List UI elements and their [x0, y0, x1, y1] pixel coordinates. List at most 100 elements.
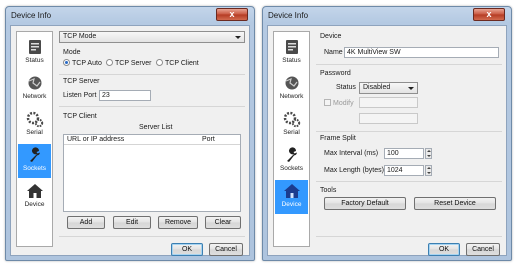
nav-item-serial[interactable]: Serial: [275, 108, 308, 142]
title-bar[interactable]: Device Info x: [263, 7, 511, 25]
max-interval-input[interactable]: 100: [384, 148, 424, 159]
frame-split-group-label: Frame Split: [320, 135, 356, 142]
network-icon: [285, 76, 298, 90]
serial-gears-icon: [283, 111, 300, 128]
col-url-header[interactable]: URL or IP address: [67, 135, 124, 145]
window-title: Device Info: [268, 11, 309, 20]
tools-group-label: Tools: [320, 187, 337, 194]
name-label: Name: [324, 49, 343, 56]
ok-button[interactable]: OK: [171, 243, 203, 256]
radio-tcp-client[interactable]: TCP Client: [156, 59, 199, 68]
mode-label: Mode: [63, 49, 81, 56]
nav-label-sockets: Sockets: [279, 165, 304, 172]
nav-item-serial[interactable]: Serial: [18, 108, 51, 142]
radio-tcp-server[interactable]: TCP Server: [106, 59, 151, 68]
nav-label-serial: Serial: [283, 129, 300, 136]
server-list-header: URL or IP address Port: [64, 135, 240, 145]
divider: [316, 236, 502, 237]
device-info-window-device: Device Info x Status Network Serial Sock…: [262, 6, 512, 261]
max-length-spinner[interactable]: [425, 165, 432, 176]
sockets-wrench-icon: [29, 147, 40, 162]
sidebar-nav: Status Network Serial Sockets Device: [16, 31, 53, 247]
reset-device-button[interactable]: Reset Device: [414, 197, 496, 210]
nav-label-network: Network: [279, 93, 304, 100]
divider: [59, 106, 245, 107]
nav-label-device: Device: [281, 201, 302, 208]
nav-item-sockets[interactable]: Sockets: [275, 144, 308, 178]
radio-checked-icon: [63, 59, 70, 66]
max-interval-value: 100: [387, 150, 399, 157]
nav-item-status[interactable]: Status: [18, 36, 51, 70]
nav-label-network: Network: [22, 93, 47, 100]
sidebar-nav: Status Network Serial Sockets Device: [273, 31, 310, 247]
ok-button[interactable]: OK: [428, 243, 460, 256]
close-button[interactable]: x: [473, 8, 505, 21]
status-icon: [28, 40, 41, 54]
nav-item-network[interactable]: Network: [275, 72, 308, 106]
password-field[interactable]: [359, 97, 418, 108]
clear-button[interactable]: Clear: [205, 216, 241, 229]
status-icon: [285, 40, 298, 54]
nav-label-serial: Serial: [26, 129, 43, 136]
close-button[interactable]: x: [216, 8, 248, 21]
nav-label-sockets: Sockets: [22, 165, 47, 172]
server-list[interactable]: URL or IP address Port: [63, 134, 241, 212]
serial-gears-icon: [26, 111, 43, 128]
tcp-client-label: TCP Client: [63, 113, 97, 120]
nav-item-device[interactable]: Device: [18, 180, 51, 214]
divider: [59, 74, 245, 75]
remove-button[interactable]: Remove: [158, 216, 198, 229]
network-icon: [28, 76, 41, 90]
title-bar[interactable]: Device Info x: [6, 7, 254, 25]
nav-label-device: Device: [24, 201, 45, 208]
radio-unchecked-icon: [106, 59, 113, 66]
confirm-password-field[interactable]: [359, 113, 418, 124]
max-length-label: Max Length (bytes): [324, 167, 384, 174]
factory-default-button[interactable]: Factory Default: [324, 197, 406, 210]
max-interval-spinner[interactable]: [425, 148, 432, 159]
password-group-label: Password: [320, 70, 351, 77]
nav-label-status: Status: [282, 57, 301, 64]
tcp-server-label: TCP Server: [63, 78, 100, 85]
cancel-button[interactable]: Cancel: [209, 243, 243, 256]
nav-label-status: Status: [25, 57, 44, 64]
listen-port-value: 23: [102, 92, 110, 99]
window-client-area: Status Network Serial Sockets Device Dev…: [267, 25, 507, 256]
password-status-select[interactable]: Disabled: [359, 82, 418, 94]
max-length-input[interactable]: 1024: [384, 165, 424, 176]
divider: [316, 131, 502, 132]
divider: [316, 64, 502, 65]
password-status-label: Status: [336, 84, 356, 91]
sockets-wrench-icon: [286, 147, 297, 162]
password-status-value: Disabled: [363, 84, 391, 91]
modify-checkbox[interactable]: Modify: [324, 99, 354, 107]
nav-item-network[interactable]: Network: [18, 72, 51, 106]
listen-port-input[interactable]: 23: [99, 90, 151, 101]
device-name-value: 4K MultiView SW: [347, 49, 401, 56]
nav-item-sockets[interactable]: Sockets: [18, 144, 51, 178]
chevron-down-icon: [408, 87, 414, 90]
modify-label: Modify: [333, 100, 354, 107]
tcp-mode-select-value: TCP Mode: [63, 33, 97, 40]
max-interval-label: Max Interval (ms): [324, 150, 379, 157]
radio-tcp-auto-label: TCP Auto: [72, 60, 102, 67]
server-list-label: Server List: [139, 124, 173, 131]
radio-tcp-server-label: TCP Server: [115, 60, 152, 67]
device-name-input[interactable]: 4K MultiView SW: [344, 47, 499, 58]
edit-button[interactable]: Edit: [113, 216, 151, 229]
nav-item-device[interactable]: Device: [275, 180, 308, 214]
tcp-mode-select[interactable]: TCP Mode: [59, 31, 245, 43]
window-client-area: Status Network Serial Sockets Device TCP…: [10, 25, 250, 256]
nav-item-status[interactable]: Status: [275, 36, 308, 70]
device-info-window-sockets: Device Info x Status Network Serial Sock…: [5, 6, 255, 261]
chevron-down-icon: [235, 36, 241, 39]
radio-unchecked-icon: [156, 59, 163, 66]
radio-tcp-auto[interactable]: TCP Auto: [63, 59, 102, 68]
cancel-button[interactable]: Cancel: [466, 243, 500, 256]
divider: [316, 181, 502, 182]
add-button[interactable]: Add: [67, 216, 105, 229]
max-length-value: 1024: [387, 167, 403, 174]
listen-port-label: Listen Port: [63, 92, 97, 99]
divider: [59, 236, 245, 237]
col-port-header[interactable]: Port: [202, 135, 215, 145]
